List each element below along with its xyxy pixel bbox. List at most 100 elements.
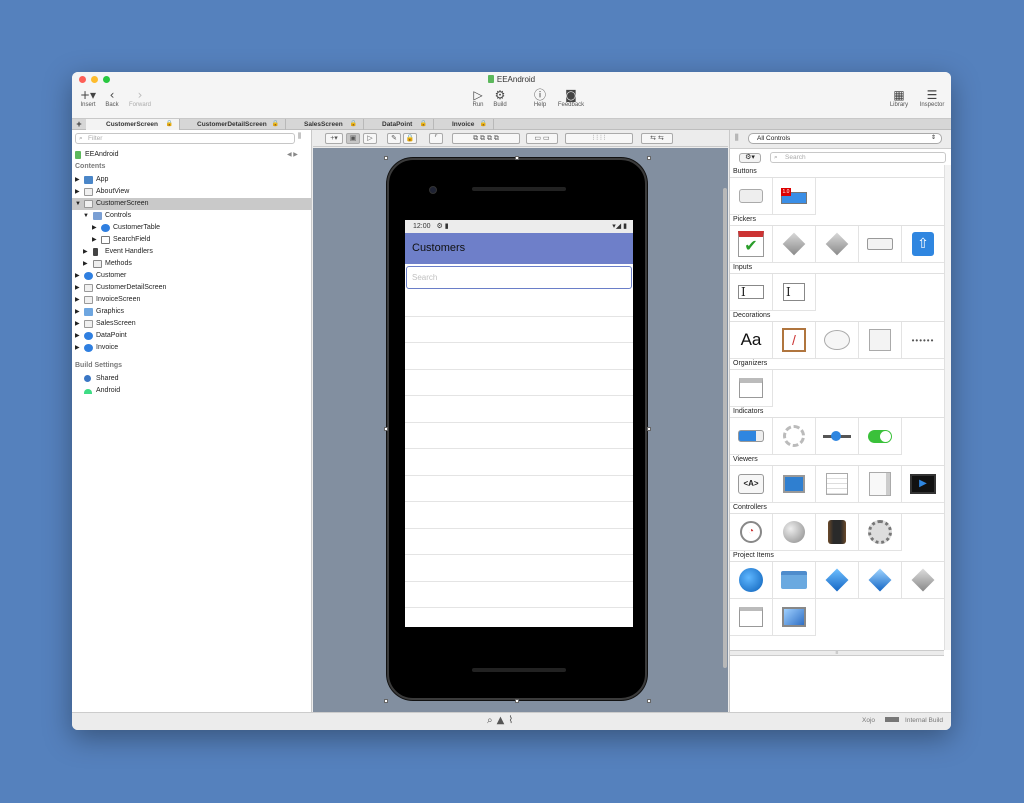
table-control[interactable] (816, 466, 859, 503)
text-area-control[interactable]: I (773, 274, 816, 311)
insert-button[interactable]: +▾ Insert (78, 88, 98, 108)
disclosure-right-icon[interactable]: ▶ (75, 174, 80, 186)
tab-salesscreen[interactable]: SalesScreen 🔒 (286, 119, 364, 130)
table-row[interactable] (405, 476, 633, 502)
tab-invoice[interactable]: Invoice 🔒 (434, 119, 494, 130)
nav-item-shared[interactable]: Shared (72, 373, 311, 385)
container-control[interactable] (730, 370, 773, 407)
build-button[interactable]: ⚙ Build (490, 88, 510, 108)
tab-customerdetailscreen[interactable]: CustomerDetailScreen 🔒 (180, 119, 286, 130)
nav-item-customerscreen[interactable]: ▼ CustomerScreen (72, 198, 311, 210)
interface-item[interactable] (859, 562, 902, 599)
oval-control[interactable] (816, 322, 859, 359)
table-row[interactable] (405, 290, 633, 317)
table-row[interactable] (405, 423, 633, 449)
disclosure-right-icon[interactable]: ▶ (92, 234, 97, 246)
serial-control[interactable] (816, 514, 859, 551)
label-control[interactable]: Aa (730, 322, 773, 359)
html-viewer-control[interactable]: <A> (730, 466, 773, 503)
nav-item-customerdetailscreen[interactable]: ▶ CustomerDetailScreen (72, 282, 311, 294)
button-control[interactable] (730, 178, 773, 215)
help-button[interactable]: ⓘ Help (532, 88, 548, 108)
edit-icon[interactable]: ✎ (387, 133, 401, 144)
selection-handle[interactable] (515, 699, 519, 703)
tab-customerscreen[interactable]: CustomerScreen 🔒 (86, 119, 180, 130)
disclosure-right-icon[interactable]: ▶ (75, 186, 80, 198)
selection-handle[interactable] (515, 156, 519, 160)
folder-item[interactable] (773, 562, 816, 599)
nav-item-searchfield[interactable]: ▶ SearchField (72, 234, 311, 246)
slider-control[interactable] (816, 418, 859, 455)
table-row[interactable] (405, 582, 633, 608)
canvas-control[interactable]: / (773, 322, 816, 359)
warning-icon[interactable]: ▲ (497, 715, 509, 726)
module-item[interactable] (902, 562, 945, 599)
image-set-item[interactable] (773, 599, 816, 636)
corner-icon[interactable]: ⌜ (429, 133, 443, 144)
nav-item-datapoint[interactable]: ▶ DataPoint (72, 330, 311, 342)
segmented-control[interactable]: 1.0 (773, 178, 816, 215)
tab-datapoint[interactable]: DataPoint 🔒 (364, 119, 434, 130)
search-icon[interactable]: ⌕ (487, 715, 497, 726)
selection-handle[interactable] (384, 699, 388, 703)
nav-item-salesscreen[interactable]: ▶ SalesScreen (72, 318, 311, 330)
disclosure-down-icon[interactable]: ▼ (75, 198, 81, 210)
align-buttons[interactable]: ⫶ ⫶ ⫶ ⫶ (565, 133, 633, 144)
date-picker-control[interactable]: ✔ (730, 226, 773, 263)
layout-view-button[interactable]: ▣ (346, 133, 360, 144)
table-row[interactable] (405, 396, 633, 423)
preview-button[interactable]: ▷ (363, 133, 377, 144)
timer-control[interactable]: ◔ (730, 514, 773, 551)
disclosure-right-icon[interactable]: ▶ (83, 246, 88, 258)
panel-splitter[interactable]: ≡ (730, 650, 944, 656)
nav-item-app[interactable]: ▶ App (72, 174, 311, 186)
library-scrollbar[interactable] (944, 165, 951, 650)
table-row[interactable] (405, 529, 633, 555)
selection-handle[interactable] (647, 699, 651, 703)
library-button[interactable]: ▦ Library (886, 88, 912, 108)
module-globe-item[interactable] (730, 562, 773, 599)
class-item[interactable] (816, 562, 859, 599)
separator-control[interactable]: •••••• (902, 322, 945, 359)
table-row[interactable] (405, 502, 633, 529)
selection-handle[interactable] (647, 427, 651, 431)
nav-item-controls[interactable]: ▼ Controls (72, 210, 311, 222)
library-search-field[interactable]: ⌕ Search (770, 152, 946, 163)
picker-control[interactable] (773, 226, 816, 263)
disclosure-right-icon[interactable]: ▶ (75, 342, 80, 354)
filter-field[interactable]: ⌕ Filter (75, 133, 295, 144)
nav-item-android[interactable]: Android (72, 385, 311, 397)
add-control-button[interactable]: +▾ (325, 133, 343, 144)
disclosure-down-icon[interactable]: ▼ (83, 210, 89, 222)
device-screen[interactable]: 12:00 ⚙ ▮ ▾◢ ▮ Customers Search (405, 220, 633, 627)
switch-control[interactable] (859, 418, 902, 455)
app-title-bar[interactable]: Customers (405, 233, 633, 264)
size-buttons[interactable]: ⇆ ⇆ (641, 133, 673, 144)
search-field[interactable]: Search (406, 266, 632, 289)
nav-back-forward-icon[interactable]: ◀ ▶ (287, 149, 298, 161)
canvas-scrollbar[interactable] (723, 188, 727, 668)
disclosure-right-icon[interactable]: ▶ (92, 222, 97, 234)
table-row[interactable] (405, 555, 633, 582)
disclosure-right-icon[interactable]: ▶ (75, 270, 80, 282)
image-picker-control[interactable]: ⇧ (902, 226, 945, 263)
screen-item[interactable] (730, 599, 773, 636)
lock-icon[interactable]: 🔒 (403, 133, 417, 144)
url-connection-control[interactable] (773, 514, 816, 551)
selection-handle[interactable] (384, 427, 388, 431)
arrange-buttons[interactable]: ⧉ ⧉ ⧉ ⧉ (452, 133, 520, 144)
table-row[interactable] (405, 370, 633, 396)
progress-bar-control[interactable] (730, 418, 773, 455)
disclosure-right-icon[interactable]: ▶ (75, 318, 80, 330)
customer-table[interactable] (405, 290, 633, 608)
disclosure-right-icon[interactable]: ▶ (75, 330, 80, 342)
disclosure-right-icon[interactable]: ▶ (75, 294, 80, 306)
filter-options-icon[interactable]: ⫼ (298, 133, 301, 141)
back-button[interactable]: ‹ Back (103, 88, 121, 108)
control-filter-dropdown[interactable]: All Controls ⇕ (748, 133, 942, 144)
nav-item-invoicescreen[interactable]: ▶ InvoiceScreen (72, 294, 311, 306)
gear-menu-button[interactable]: ⚙▾ (739, 153, 761, 163)
nav-project[interactable]: EEAndroid ◀ ▶ (72, 149, 311, 161)
nav-item-methods[interactable]: ▶ Methods (72, 258, 311, 270)
disclosure-right-icon[interactable]: ▶ (83, 258, 88, 270)
